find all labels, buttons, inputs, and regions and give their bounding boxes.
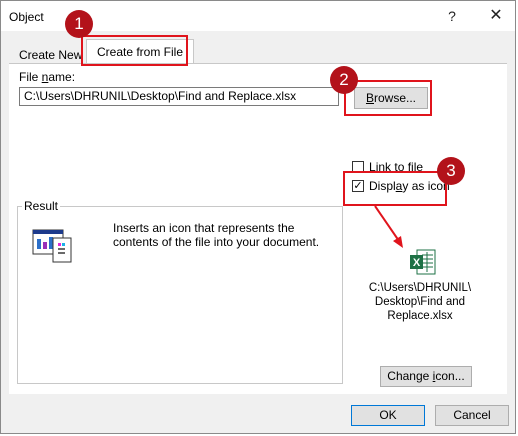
object-dialog: Object ? ✕ Create New Create from File F…	[0, 0, 516, 434]
annotation-arrow	[374, 205, 403, 248]
